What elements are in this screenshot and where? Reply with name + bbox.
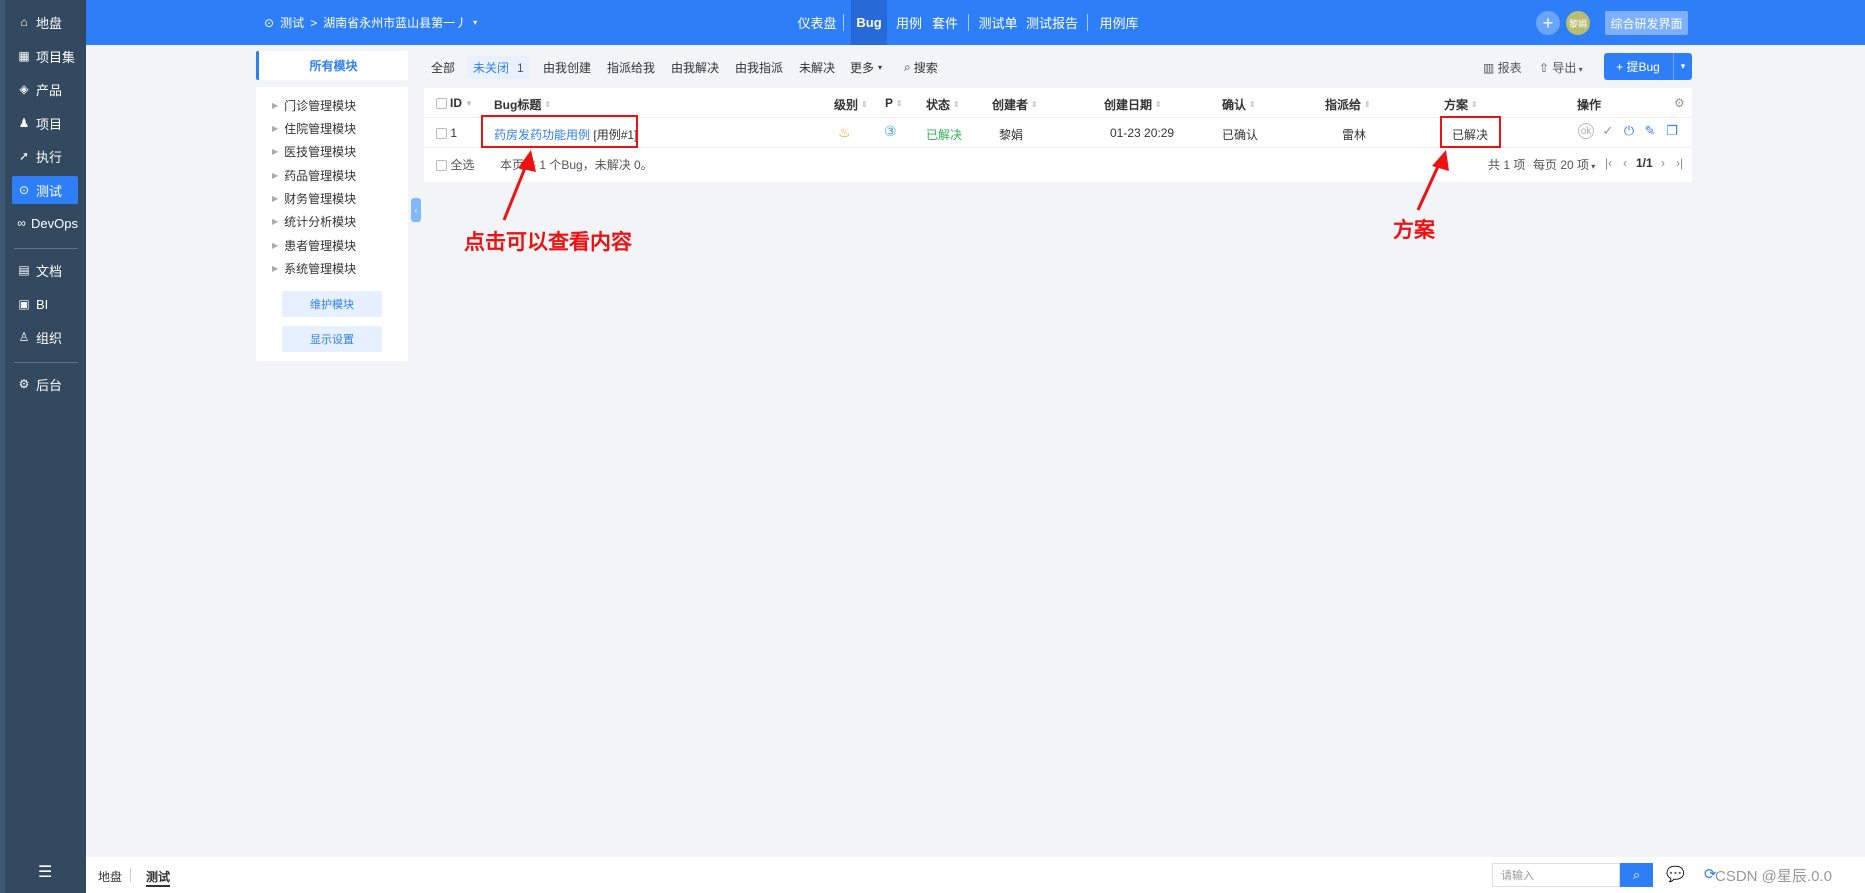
arrow-line-resolution [1416, 161, 1442, 211]
arrow-head-resolution [1432, 150, 1449, 171]
arrow-line-title [502, 162, 529, 221]
search-icon[interactable]: ⌕ [1620, 863, 1653, 887]
divider [130, 868, 131, 882]
watermark: CSDN @星辰.0.0 [1715, 868, 1832, 885]
annotation-click-note: 点击可以查看内容 [464, 231, 632, 254]
arrow-head-title [518, 150, 536, 172]
bottom-crumb-test[interactable]: 测试 [146, 868, 171, 887]
annotation-resolution-note: 方案 [1393, 219, 1435, 242]
annotation-arrows [502, 150, 1449, 221]
chat-ai-icon[interactable]: 💬 [1666, 865, 1685, 883]
bottom-crumb-dashboard[interactable]: 地盘 [98, 868, 122, 885]
bottom-bar: 地盘 测试 请输入 ⌕ 💬 ⟳ [86, 857, 1865, 893]
bottom-search-input[interactable]: 请输入 [1492, 863, 1620, 887]
